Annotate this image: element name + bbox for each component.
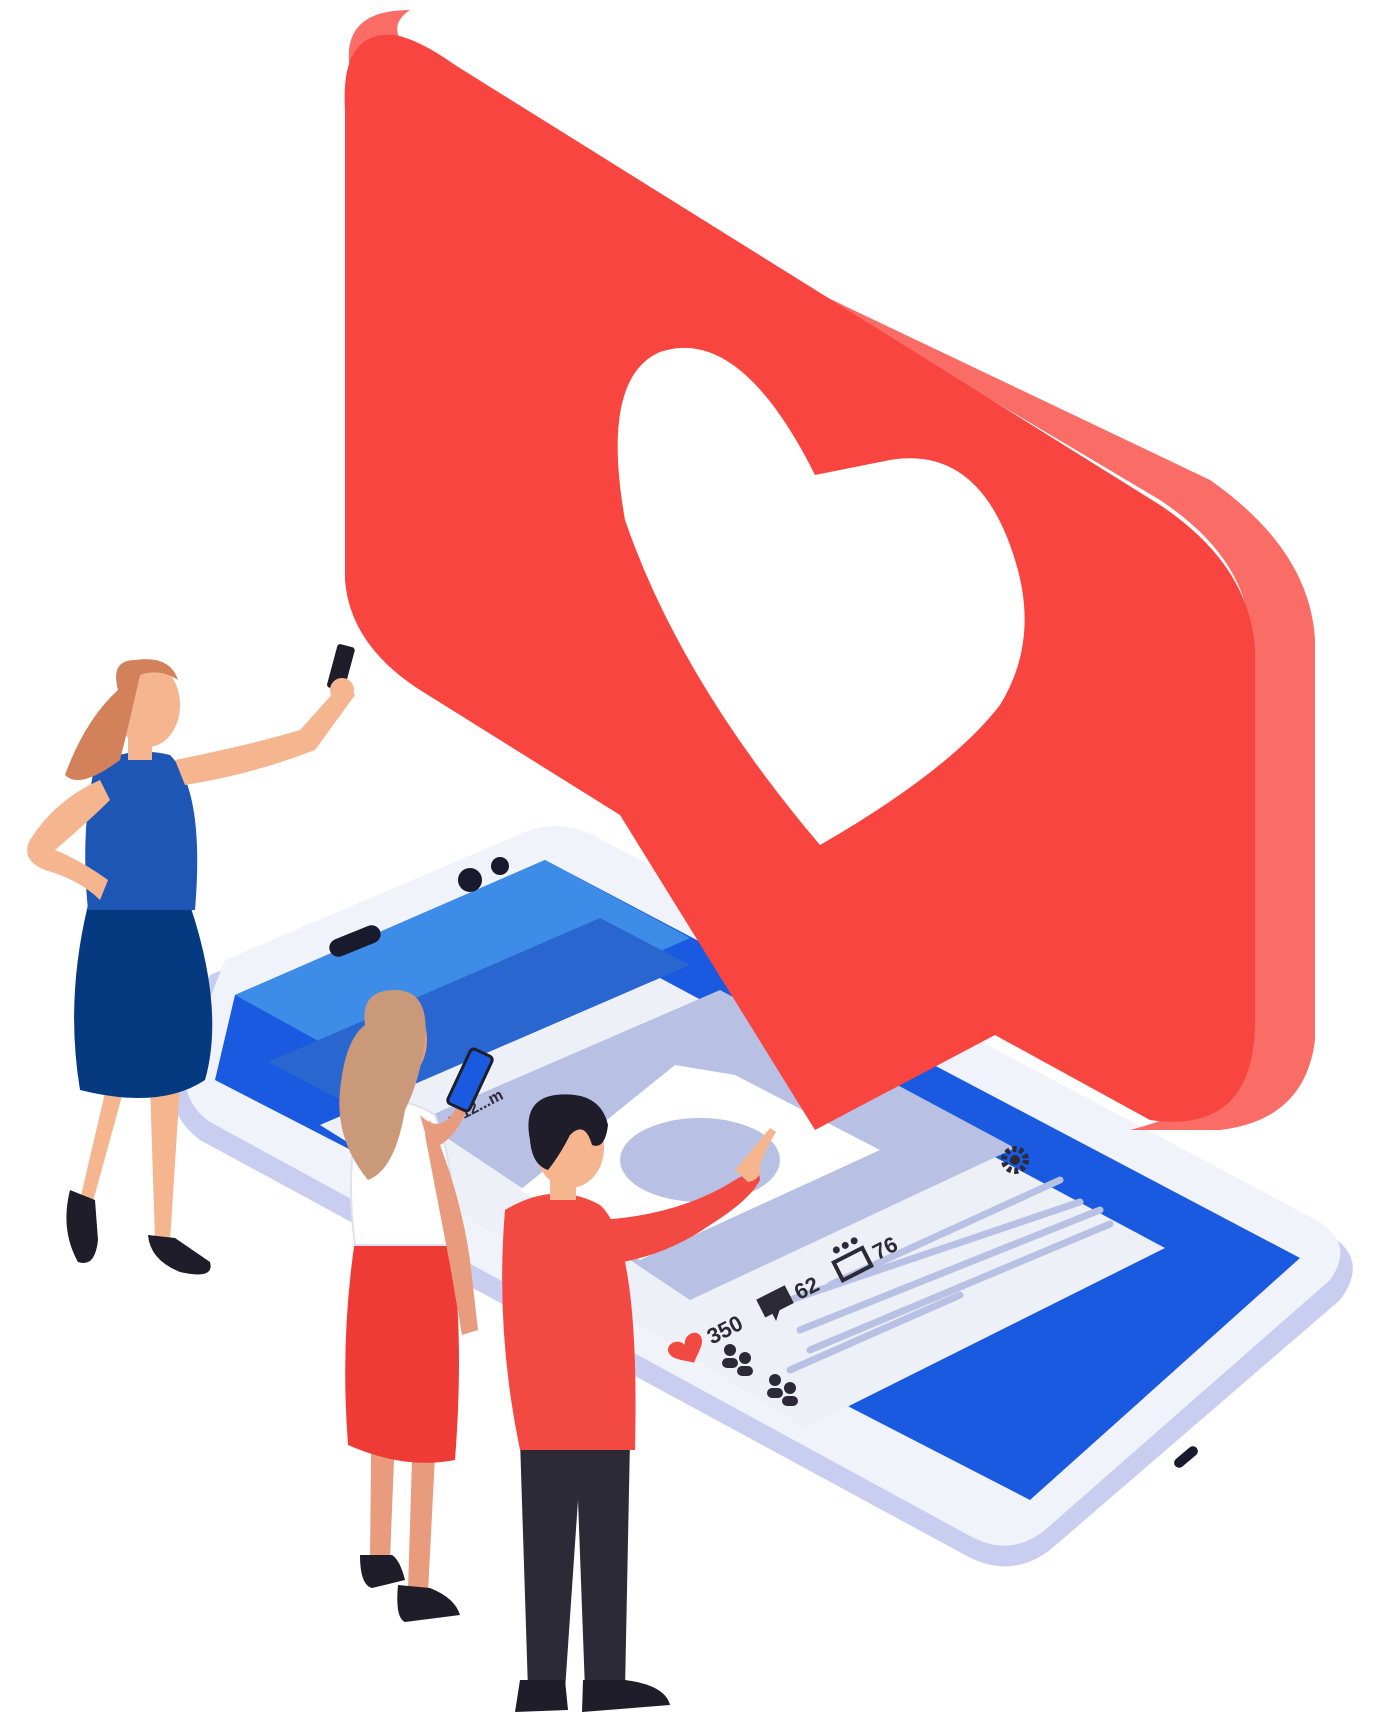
shoe xyxy=(66,1190,98,1264)
leg xyxy=(150,1085,180,1242)
shoe xyxy=(148,1235,211,1275)
skirt xyxy=(345,1240,459,1463)
shoe xyxy=(582,1680,670,1712)
arm xyxy=(175,680,355,785)
arm xyxy=(505,1230,532,1370)
social-media-illustration: 350 62 76 y 12...m xyxy=(27,10,1353,1712)
front-sensor xyxy=(491,857,509,875)
pants xyxy=(520,1440,630,1690)
shoe xyxy=(360,1555,405,1588)
shoe xyxy=(397,1585,460,1622)
charging-port xyxy=(1174,1446,1198,1468)
hand xyxy=(330,678,354,702)
skirt xyxy=(74,905,213,1098)
leg xyxy=(80,1080,125,1205)
shoe xyxy=(515,1680,568,1712)
front-camera xyxy=(458,868,482,892)
